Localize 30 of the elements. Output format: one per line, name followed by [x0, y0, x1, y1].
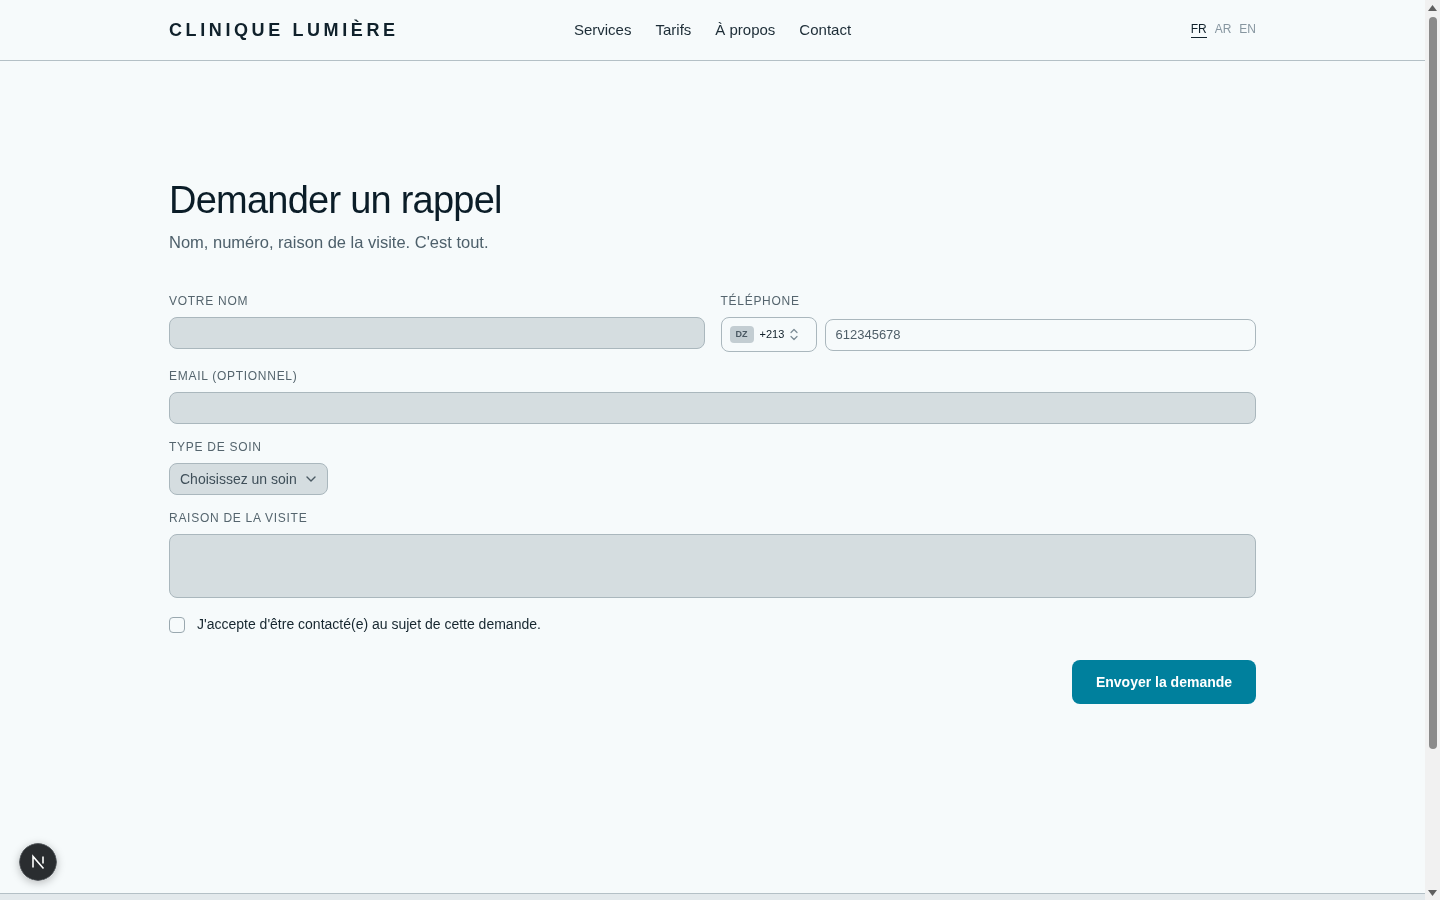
dial-code: +213 — [759, 327, 785, 343]
phone-input[interactable]: 612345678 — [824, 318, 1256, 351]
logo-icon[interactable] — [19, 843, 57, 881]
nav-link[interactable]: À propos — [715, 18, 776, 42]
field-label: EMAIL (OPTIONNEL) — [169, 368, 299, 384]
consent-label: J'accepte d'être contacté(e) au sujet de cette demande. — [197, 615, 541, 634]
field-label: TYPE DE SOIN — [169, 439, 263, 455]
chevron-down-icon — [305, 476, 316, 482]
nav-link[interactable]: Tarifs — [655, 18, 692, 42]
country-code-select[interactable]: DZ +213 — [720, 317, 817, 352]
country-badge: DZ — [729, 326, 754, 343]
chevrons-up-down-icon — [790, 328, 799, 341]
field-label: TÉLÉPHONE — [720, 293, 801, 309]
language-link[interactable]: FR — [1190, 22, 1207, 38]
page-subtitle: Nom, numéro, raison de la visite. C'est tout. — [169, 232, 490, 253]
scroll-down-icon[interactable] — [1428, 890, 1437, 896]
submit-button[interactable]: Envoyer la demande — [1072, 660, 1256, 704]
email-input[interactable] — [169, 392, 1256, 424]
scrollbar[interactable] — [1425, 0, 1440, 900]
brand-logo[interactable]: CLINIQUE LUMIÈRE — [169, 16, 399, 44]
nav-link[interactable]: Services — [573, 18, 632, 42]
page-title: Demander un rappel — [169, 178, 503, 223]
field-label: RAISON DE LA VISITE — [169, 510, 309, 526]
nav-link[interactable]: Contact — [799, 18, 852, 42]
scroll-up-icon[interactable] — [1428, 5, 1437, 11]
consent-checkbox[interactable] — [169, 616, 185, 633]
name-input[interactable] — [169, 317, 705, 349]
scrollbar-thumb[interactable] — [1428, 17, 1437, 749]
field-label: VOTRE NOM — [169, 293, 250, 309]
care-type-select[interactable]: Choisissez un soin — [169, 463, 328, 495]
